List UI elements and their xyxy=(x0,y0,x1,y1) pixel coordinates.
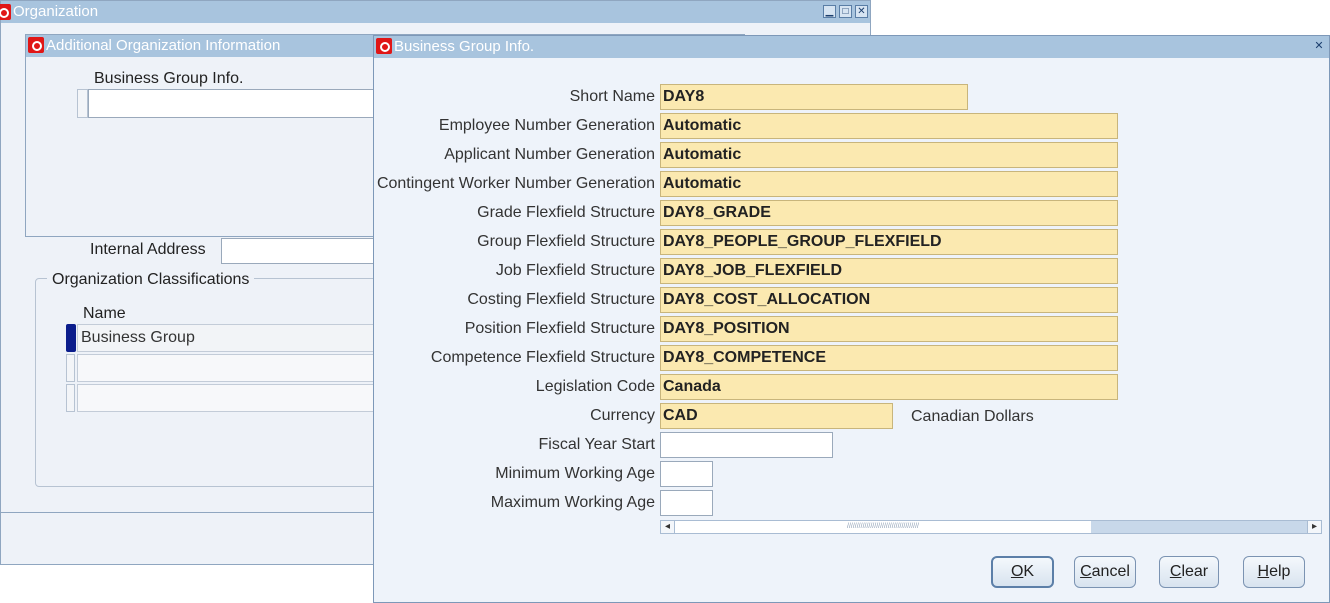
applicant-number-generation-label: Applicant Number Generation xyxy=(444,146,655,163)
fiscal-year-start-label: Fiscal Year Start xyxy=(538,436,656,453)
maximum-working-age-field[interactable] xyxy=(660,490,713,516)
scroll-thumb[interactable]: ///////////////////////////////////// xyxy=(675,521,1091,533)
minimize-icon[interactable]: ▁ xyxy=(823,5,836,18)
currency-field[interactable]: CAD xyxy=(660,403,893,429)
classification-name: Business Group xyxy=(81,329,195,346)
group-flexfield-structure-label: Group Flexfield Structure xyxy=(477,233,655,250)
business-group-info-field[interactable] xyxy=(88,89,388,118)
short-name-field[interactable]: DAY8 xyxy=(660,84,968,110)
currency-description: Canadian Dollars xyxy=(911,408,1034,425)
help-button[interactable]: Help xyxy=(1243,556,1305,588)
bg-info-title: Business Group Info. xyxy=(394,38,535,55)
classification-row[interactable] xyxy=(77,384,382,412)
minimum-working-age-field[interactable] xyxy=(660,461,713,487)
business-group-info-window: Business Group Info. ✕ Short Name DAY8 Emp… xyxy=(373,35,1330,603)
position-flexfield-structure-field[interactable]: DAY8_POSITION xyxy=(660,316,1118,342)
oracle-logo-icon xyxy=(28,37,44,53)
organization-title: Organization xyxy=(13,3,99,20)
internal-address-label: Internal Address xyxy=(90,241,206,258)
contingent-worker-number-generation-label: Contingent Worker Number Generation xyxy=(376,175,655,192)
oracle-logo-icon xyxy=(0,4,11,20)
legislation-code-field[interactable]: Canada xyxy=(660,374,1118,400)
classification-name-header: Name xyxy=(83,305,126,322)
additional-info-title: Additional Organization Information xyxy=(46,37,281,54)
internal-address-field[interactable] xyxy=(221,238,381,264)
organization-titlebar[interactable]: Organization xyxy=(1,1,870,23)
costing-flexfield-structure-field[interactable]: DAY8_COST_ALLOCATION xyxy=(660,287,1118,313)
legislation-code-label: Legislation Code xyxy=(535,378,655,395)
ok-button[interactable]: OK xyxy=(991,556,1054,588)
grade-flexfield-structure-label: Grade Flexfield Structure xyxy=(477,204,655,221)
business-group-info-header: Business Group Info. xyxy=(94,70,244,87)
row-selector[interactable] xyxy=(66,384,75,412)
minimum-working-age-label: Minimum Working Age xyxy=(495,465,655,482)
competence-flexfield-structure-label: Competence Flexfield Structure xyxy=(430,349,655,366)
applicant-number-generation-field[interactable]: Automatic xyxy=(660,142,1118,168)
oracle-logo-icon xyxy=(376,38,392,54)
row-selector[interactable] xyxy=(77,89,88,118)
close-icon[interactable]: ✕ xyxy=(1313,40,1325,52)
competence-flexfield-structure-field[interactable]: DAY8_COMPETENCE xyxy=(660,345,1118,371)
bg-info-titlebar[interactable]: Business Group Info. xyxy=(374,36,1329,58)
row-selector[interactable] xyxy=(66,354,75,382)
close-icon[interactable]: ✕ xyxy=(855,5,868,18)
group-flexfield-structure-field[interactable]: DAY8_PEOPLE_GROUP_FLEXFIELD xyxy=(660,229,1118,255)
job-flexfield-structure-field[interactable]: DAY8_JOB_FLEXFIELD xyxy=(660,258,1118,284)
maximum-working-age-label: Maximum Working Age xyxy=(490,494,655,511)
contingent-worker-number-generation-field[interactable]: Automatic xyxy=(660,171,1118,197)
costing-flexfield-structure-label: Costing Flexfield Structure xyxy=(467,291,655,308)
employee-number-generation-label: Employee Number Generation xyxy=(438,117,655,134)
horizontal-scrollbar[interactable]: ◂ ///////////////////////////////////// … xyxy=(660,520,1322,534)
row-selector-current[interactable] xyxy=(66,324,76,352)
job-flexfield-structure-label: Job Flexfield Structure xyxy=(495,262,655,279)
position-flexfield-structure-label: Position Flexfield Structure xyxy=(464,320,655,337)
fiscal-year-start-field[interactable] xyxy=(660,432,833,458)
maximize-icon[interactable]: □ xyxy=(839,5,852,18)
classification-row[interactable]: Business Group xyxy=(77,324,382,352)
classifications-group-label: Organization Classifications xyxy=(47,271,255,289)
scroll-right-icon[interactable]: ▸ xyxy=(1307,521,1321,533)
clear-button[interactable]: Clear xyxy=(1159,556,1219,588)
short-name-label: Short Name xyxy=(569,88,655,105)
classification-row[interactable] xyxy=(77,354,382,382)
bottom-divider xyxy=(1,512,381,513)
cancel-button[interactable]: Cancel xyxy=(1074,556,1136,588)
scroll-left-icon[interactable]: ◂ xyxy=(661,521,675,533)
currency-label: Currency xyxy=(590,407,655,424)
grade-flexfield-structure-field[interactable]: DAY8_GRADE xyxy=(660,200,1118,226)
employee-number-generation-field[interactable]: Automatic xyxy=(660,113,1118,139)
